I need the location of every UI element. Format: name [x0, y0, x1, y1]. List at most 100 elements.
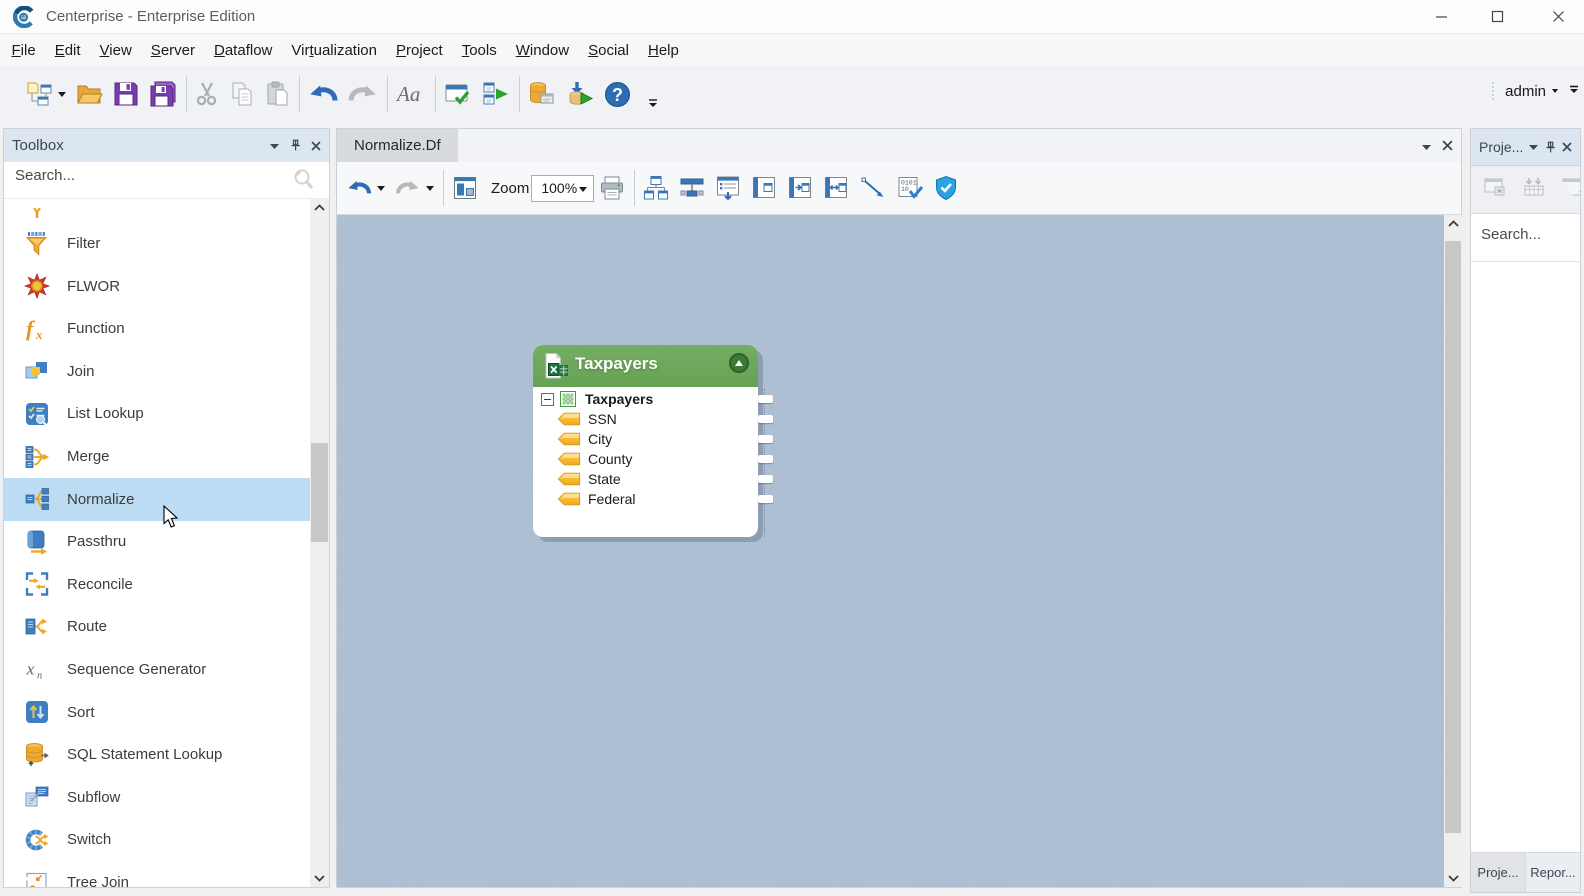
project-windowposition-icon[interactable] — [1528, 143, 1539, 151]
node-collapse-button[interactable] — [729, 353, 749, 373]
panel-tab-proje[interactable]: Proje... — [1471, 853, 1526, 892]
menu-help[interactable]: Help — [638, 36, 688, 65]
toolbox-item-sort[interactable]: Sort — [4, 691, 310, 734]
canvas-scrollbar[interactable] — [1444, 215, 1462, 887]
admin-menu[interactable]: admin — [1505, 83, 1546, 100]
toolbox-item-switch[interactable]: Switch — [4, 818, 310, 861]
project-close-icon[interactable] — [1562, 142, 1572, 152]
database-card-button[interactable] — [523, 76, 561, 112]
menu-dataflow[interactable]: Dataflow — [205, 36, 282, 65]
tree-collapse-icon[interactable] — [541, 393, 554, 406]
toolbox-windowposition-icon[interactable] — [269, 142, 280, 150]
project-search[interactable] — [1471, 214, 1580, 262]
tab-close-icon[interactable] — [1442, 138, 1453, 156]
verify-window-button[interactable] — [439, 76, 477, 112]
output-port[interactable] — [758, 435, 773, 443]
layout-tree-button[interactable] — [674, 170, 710, 206]
taxpayers-node[interactable]: Taxpayers TaxpayersSSNCityCountyStateFed… — [533, 345, 758, 537]
scroll-thumb[interactable] — [311, 443, 328, 542]
undo-button[interactable] — [303, 76, 343, 112]
zoom-combobox[interactable]: 100% — [531, 175, 594, 202]
paste-button[interactable] — [260, 76, 295, 112]
toolbox-item-passthru[interactable]: Passthru — [4, 520, 310, 563]
redo-small-button[interactable] — [390, 170, 439, 206]
node-collapsed-button[interactable] — [746, 170, 782, 206]
toolbox-search-input[interactable] — [15, 167, 265, 184]
toolbox-item-list-lookup[interactable]: List Lookup — [4, 392, 310, 435]
layout-org-button[interactable] — [638, 170, 674, 206]
toolbox-item-route[interactable]: Route — [4, 605, 310, 648]
node-expand-both-button[interactable] — [818, 170, 854, 206]
menu-file[interactable]: File — [2, 36, 45, 65]
undo-small-dropdown-icon[interactable] — [377, 186, 385, 191]
scroll-thumb[interactable] — [1445, 241, 1461, 833]
toolbox-item-subflow[interactable]: Subflow — [4, 776, 310, 819]
expand-list-button[interactable] — [710, 170, 746, 206]
toolbox-close-icon[interactable] — [311, 141, 321, 151]
grid-import-icon[interactable] — [1522, 175, 1547, 204]
maximize-button[interactable] — [1474, 0, 1520, 33]
toolbox-item-function[interactable]: f x Function — [4, 307, 310, 350]
cut-button[interactable] — [190, 76, 224, 112]
close-button[interactable] — [1535, 0, 1581, 33]
menu-window[interactable]: Window — [506, 36, 578, 65]
save-button[interactable] — [108, 76, 144, 112]
open-folder-button[interactable] — [71, 76, 108, 112]
output-port[interactable] — [758, 495, 773, 503]
toolbox-item-merge[interactable]: Merge — [4, 435, 310, 478]
scroll-down-arrow[interactable] — [310, 870, 329, 887]
menu-virtualization[interactable]: Virtualization — [282, 36, 387, 65]
print-button[interactable] — [594, 170, 630, 206]
shield-check-button[interactable] — [929, 170, 963, 206]
minimize-button[interactable] — [1418, 0, 1464, 33]
output-port[interactable] — [758, 475, 773, 483]
menu-social[interactable]: Social — [579, 36, 639, 65]
run-windows-button[interactable] — [477, 76, 515, 112]
toolbox-item-sql-statement-lookup[interactable]: SQL Statement Lookup — [4, 733, 310, 776]
tab-list-icon[interactable] — [1421, 138, 1432, 156]
node-field-county[interactable]: County — [541, 449, 632, 469]
menu-project[interactable]: Project — [387, 36, 453, 65]
toolbox-scrollbar[interactable] — [310, 199, 329, 887]
node-header[interactable]: Taxpayers — [533, 345, 758, 387]
new-dataflow-button[interactable] — [20, 76, 71, 112]
copy-button[interactable] — [224, 76, 260, 112]
document-tab[interactable]: Normalize.Df — [337, 129, 458, 162]
node-tree-root[interactable]: Taxpayers — [541, 389, 653, 409]
panel-tab-repor[interactable]: Repor... — [1526, 853, 1580, 892]
draw-link-button[interactable] — [854, 170, 892, 206]
toolbox-item-reconcile[interactable]: Reconcile — [4, 563, 310, 606]
save-all-button[interactable] — [144, 76, 182, 112]
menu-edit[interactable]: Edit — [45, 36, 90, 65]
toolbox-item-sequence-generator[interactable]: x n Sequence Generator — [4, 648, 310, 691]
toolbox-item-flwor[interactable]: FLWOR — [4, 265, 310, 308]
menu-server[interactable]: Server — [141, 36, 204, 65]
output-port[interactable] — [758, 395, 773, 403]
output-port[interactable] — [758, 455, 773, 463]
undo-small-button[interactable] — [341, 170, 390, 206]
toolbar-overflow-button[interactable] — [642, 85, 664, 121]
font-button[interactable]: Aa — [391, 76, 431, 112]
preview-layout-button[interactable] — [447, 170, 483, 206]
toolbox-pin-icon[interactable] — [290, 139, 301, 152]
project-pin-icon[interactable] — [1545, 141, 1556, 154]
project-search-input[interactable] — [1481, 226, 1571, 243]
node-field-federal[interactable]: Federal — [541, 489, 635, 509]
import-run-button[interactable] — [561, 76, 599, 112]
output-port[interactable] — [758, 415, 773, 423]
redo-button[interactable] — [343, 76, 383, 112]
scroll-up-arrow[interactable] — [310, 199, 329, 216]
toolbox-item-join[interactable]: Join — [4, 350, 310, 393]
toolbox-item-normalize[interactable]: Normalize — [4, 478, 310, 521]
menu-view[interactable]: View — [90, 36, 141, 65]
node-field-ssn[interactable]: SSN — [541, 409, 617, 429]
window-close-icon[interactable] — [1483, 175, 1508, 204]
dataflow-canvas[interactable]: Taxpayers TaxpayersSSNCityCountyStateFed… — [337, 215, 1444, 887]
toolbar-overflow-button[interactable] — [1569, 82, 1579, 100]
node-field-city[interactable]: City — [541, 429, 612, 449]
scroll-up-arrow[interactable] — [1444, 215, 1462, 232]
redo-small-dropdown-icon[interactable] — [426, 186, 434, 191]
new-dataflow-dropdown-icon[interactable] — [58, 92, 66, 97]
scroll-down-arrow[interactable] — [1444, 870, 1462, 887]
toolbox-item-filter[interactable]: Filter — [4, 222, 310, 265]
